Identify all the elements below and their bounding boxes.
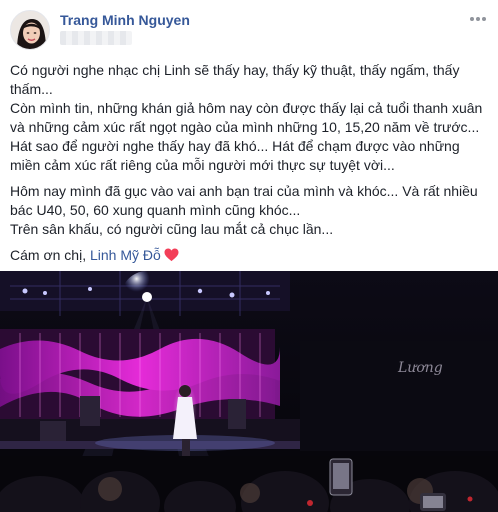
post-paragraph-3: Cám ơn chị, Linh Mỹ Đỗ bbox=[10, 246, 494, 267]
more-options-button[interactable] bbox=[465, 9, 491, 29]
author-avatar[interactable] bbox=[10, 10, 50, 50]
mention-link[interactable]: Linh Mỹ Đỗ bbox=[90, 247, 161, 263]
text-line: Có người nghe nhạc chị Linh sẽ thấy hay,… bbox=[10, 62, 460, 78]
heart-emoji-icon bbox=[164, 248, 179, 267]
post-header: Trang Minh Nguyen bbox=[0, 0, 498, 58]
thanks-line: Cám ơn chị, Linh Mỹ Đỗ bbox=[10, 246, 494, 267]
backdrop-signature: Lương bbox=[397, 360, 443, 376]
post-message: Có người nghe nhạc chị Linh sẽ thấy hay,… bbox=[10, 61, 494, 274]
post-paragraph-2: Hôm nay mình đã gục vào vai anh bạn trai… bbox=[10, 182, 494, 239]
text-line: bác U40, 50, 60 xung quanh mình cũng khó… bbox=[10, 202, 301, 218]
more-horizontal-icon bbox=[470, 17, 486, 21]
text-line: và những cảm xúc rất ngọt ngào của mình … bbox=[10, 119, 480, 135]
facebook-post: Trang Minh Nguyen Có người nghe nhạc chị… bbox=[0, 0, 498, 512]
thanks-text: Cám ơn chị, bbox=[10, 247, 90, 263]
text-line: miền cảm xúc rất riêng của mỗi người mới… bbox=[10, 157, 395, 173]
text-line: Còn mình tin, những khán giả hôm nay còn… bbox=[10, 100, 483, 116]
author-name[interactable]: Trang Minh Nguyen bbox=[60, 12, 190, 28]
timestamp-blurred bbox=[60, 31, 132, 45]
post-photo[interactable]: Lương bbox=[0, 271, 498, 512]
text-line: Trên sân khấu, có người cũng lau mắt cả … bbox=[10, 221, 334, 237]
avatar-portrait-icon bbox=[11, 11, 49, 49]
text-line: thấm... bbox=[10, 81, 53, 97]
concert-stage-photo: Lương bbox=[0, 271, 498, 512]
text-line: Hôm nay mình đã gục vào vai anh bạn trai… bbox=[10, 183, 478, 199]
post-paragraph-1: Có người nghe nhạc chị Linh sẽ thấy hay,… bbox=[10, 61, 494, 175]
text-line: Hát sao để người nghe thấy hay đã khó...… bbox=[10, 138, 460, 154]
